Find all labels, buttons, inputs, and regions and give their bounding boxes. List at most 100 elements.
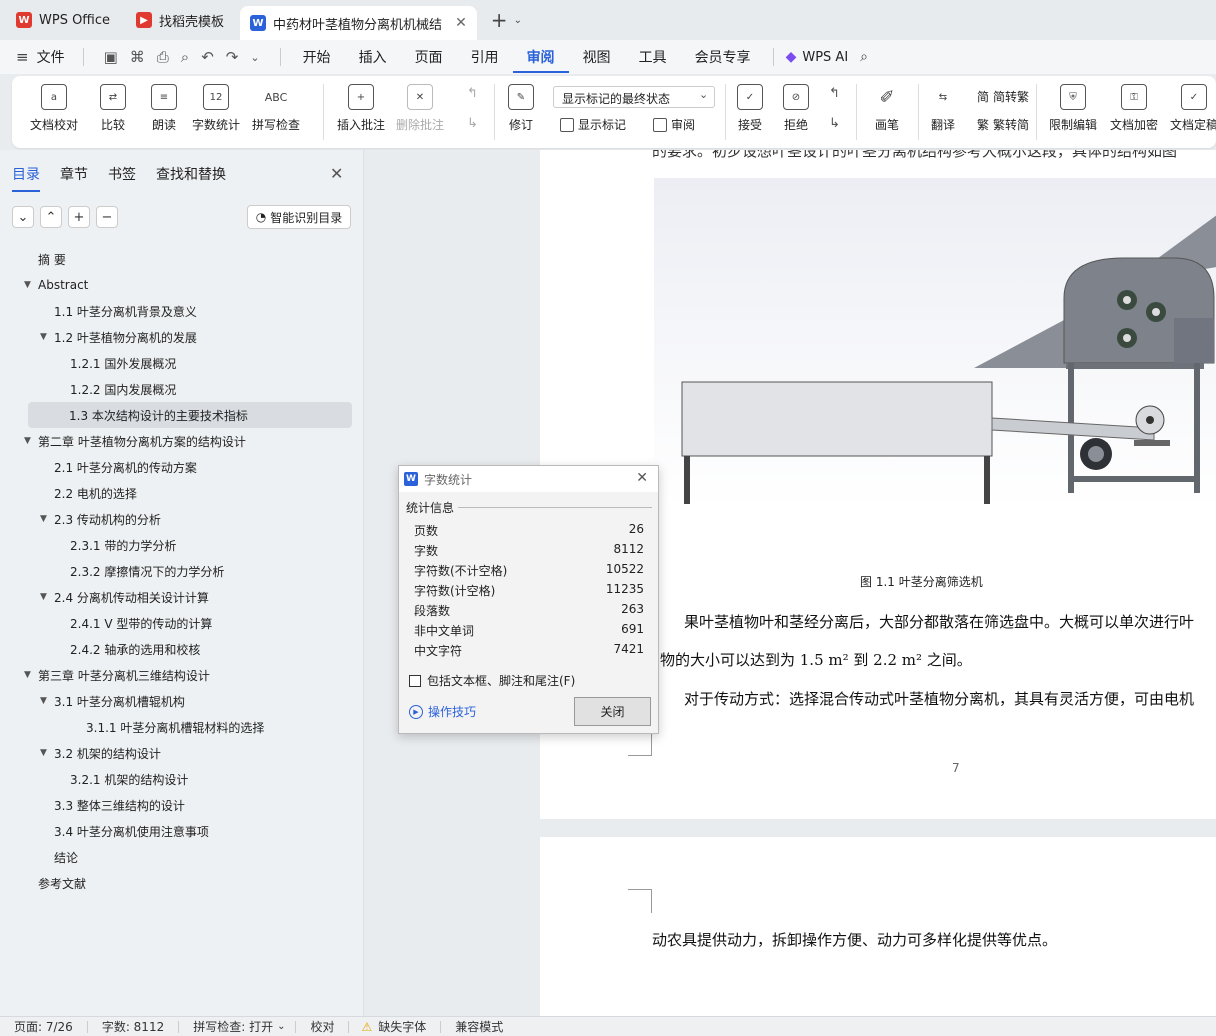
read-aloud-button[interactable]: ≡ 朗读 xyxy=(151,84,177,133)
tab-document[interactable]: W 中药材叶茎植物分离机机械结 ✕ xyxy=(240,6,477,40)
collapse-all-button[interactable]: − xyxy=(96,206,118,228)
toc-item[interactable]: 2.1 叶茎分离机的传动方案 xyxy=(0,454,364,480)
menu-view[interactable]: 视图 xyxy=(569,47,625,67)
toc-item[interactable]: 1.2.2 国内发展概况 xyxy=(0,376,364,402)
undo-icon[interactable]: ↶ xyxy=(201,48,214,66)
review-pane-button[interactable]: 审阅 xyxy=(653,116,695,133)
markup-state-select[interactable]: 显示标记的最终状态 xyxy=(553,86,715,108)
expand-arrow-icon[interactable]: ▼ xyxy=(24,280,38,290)
menu-file[interactable]: 文件 xyxy=(37,47,65,67)
encrypt-button[interactable]: ⚿ 文档加密 xyxy=(1110,84,1158,133)
menu-insert[interactable]: 插入 xyxy=(345,47,401,67)
save-icon[interactable]: ▣ xyxy=(104,48,118,66)
toc-item[interactable]: 2.4.1 V 型带的传动的计算 xyxy=(0,610,364,636)
toc-item[interactable]: ▼ 1.2 叶茎植物分离机的发展 xyxy=(0,324,364,350)
restrict-edit-button[interactable]: ⛨ 限制编辑 xyxy=(1049,84,1097,133)
expand-arrow-icon[interactable]: ▼ xyxy=(40,332,54,342)
menu-wps-ai[interactable]: WPS AI xyxy=(802,50,848,65)
proofread-button[interactable]: a 文档校对 xyxy=(30,84,78,133)
toc-item[interactable]: 2.4.2 轴承的选用和校核 xyxy=(0,636,364,662)
menu-tools[interactable]: 工具 xyxy=(625,47,681,67)
spell-check-indicator[interactable]: 拼写检查: 打开 xyxy=(179,1018,287,1035)
tab-find-replace[interactable]: 查找和替换 xyxy=(156,164,226,192)
tab-toc[interactable]: 目录 xyxy=(12,164,40,192)
hamburger-icon[interactable]: ≡ xyxy=(16,48,29,66)
page-indicator[interactable]: 页面: 7/26 xyxy=(0,1018,87,1035)
accept-button[interactable]: ✓ 接受 xyxy=(737,84,763,133)
menu-member[interactable]: 会员专享 xyxy=(681,47,765,67)
tips-link[interactable]: ▶ 操作技巧 xyxy=(409,703,476,720)
menu-references[interactable]: 引用 xyxy=(457,47,513,67)
expand-arrow-icon[interactable]: ▼ xyxy=(40,748,54,758)
collapse-up-button[interactable]: ⌃ xyxy=(40,206,62,228)
close-tab-icon[interactable]: ✕ xyxy=(455,15,467,31)
toc-item[interactable]: 3.1.1 叶茎分离机槽辊材料的选择 xyxy=(0,714,364,740)
new-tab-button[interactable]: + xyxy=(491,8,508,32)
toc-item[interactable]: 1.1 叶茎分离机背景及意义 xyxy=(0,298,364,324)
toc-item[interactable]: ▼ Abstract xyxy=(0,272,364,298)
next-comment-icon[interactable]: ↳ xyxy=(467,116,478,131)
search-icon[interactable]: ⌕ xyxy=(860,49,868,65)
reject-button[interactable]: ⊘ 拒绝 xyxy=(783,84,809,133)
expand-arrow-icon[interactable]: ▼ xyxy=(24,436,38,446)
expand-arrow-icon[interactable]: ▼ xyxy=(24,670,38,680)
tab-bookmarks[interactable]: 书签 xyxy=(108,164,136,192)
toc-item[interactable]: 参考文献 xyxy=(0,870,364,896)
show-markup-button[interactable]: 显示标记 xyxy=(560,116,626,133)
word-count-indicator[interactable]: 字数: 8112 xyxy=(88,1018,178,1035)
toc-item[interactable]: 2.2 电机的选择 xyxy=(0,480,364,506)
expand-all-button[interactable]: + xyxy=(68,206,90,228)
toc-item[interactable]: 2.3.1 带的力学分析 xyxy=(0,532,364,558)
print-icon[interactable]: ⎙ xyxy=(157,48,169,66)
share-icon[interactable]: ⌘ xyxy=(130,48,145,66)
include-textbox-checkbox[interactable]: 包括文本框、脚注和尾注(F) xyxy=(409,672,575,689)
toc-item[interactable]: 3.4 叶茎分离机使用注意事项 xyxy=(0,818,364,844)
tab-wps-office[interactable]: W WPS Office xyxy=(6,5,120,35)
toc-item[interactable]: ▼ 3.2 机架的结构设计 xyxy=(0,740,364,766)
translate-button[interactable]: ⇆ 翻译 xyxy=(930,84,956,133)
toc-item[interactable]: ▼ 2.4 分离机传动相关设计计算 xyxy=(0,584,364,610)
simp-to-trad-button[interactable]: 简简转繁 xyxy=(977,88,1029,105)
tab-template[interactable]: ▶ 找稻壳模板 xyxy=(126,5,234,35)
redo-icon[interactable]: ↷ xyxy=(226,48,239,66)
close-pane-icon[interactable]: ✕ xyxy=(330,164,343,183)
collapse-down-button[interactable]: ⌄ xyxy=(12,206,34,228)
menu-review[interactable]: 审阅 xyxy=(512,47,569,73)
print-preview-icon[interactable]: ⌕ xyxy=(181,48,189,66)
missing-font-indicator[interactable]: 缺失字体 xyxy=(372,1018,440,1035)
menu-page[interactable]: 页面 xyxy=(401,47,457,67)
finalize-button[interactable]: ✓ 文档定稿 xyxy=(1170,84,1216,133)
toc-item[interactable]: 1.2.1 国外发展概况 xyxy=(0,350,364,376)
close-icon[interactable]: ✕ xyxy=(636,470,648,486)
expand-arrow-icon[interactable]: ▼ xyxy=(40,514,54,524)
expand-arrow-icon[interactable]: ▼ xyxy=(40,696,54,706)
pen-button[interactable]: ✐ 画笔 xyxy=(874,84,900,133)
compare-button[interactable]: ⇄ 比较 xyxy=(100,84,126,133)
next-change-icon[interactable]: ↳ xyxy=(829,116,840,131)
menu-home[interactable]: 开始 xyxy=(289,47,345,67)
more-chevron-icon[interactable]: ⌄ xyxy=(250,51,259,64)
trad-to-simp-button[interactable]: 繁繁转简 xyxy=(977,116,1029,133)
checkbox-icon[interactable] xyxy=(409,674,421,687)
expand-arrow-icon[interactable]: ▼ xyxy=(40,592,54,602)
chevron-down-icon[interactable]: ⌄ xyxy=(277,1021,285,1032)
close-button[interactable]: 关闭 xyxy=(574,697,651,726)
toc-item[interactable]: 结论 xyxy=(0,844,364,870)
toc-item[interactable]: ▼ 第二章 叶茎植物分离机方案的结构设计 xyxy=(0,428,364,454)
proof-indicator[interactable]: 校对 xyxy=(296,1018,348,1035)
toc-item[interactable]: ▼ 3.1 叶茎分离机槽辊机构 xyxy=(0,688,364,714)
toc-item[interactable]: 2.3.2 摩擦情况下的力学分析 xyxy=(0,558,364,584)
smart-toc-button[interactable]: ◔ 智能识别目录 xyxy=(247,205,351,229)
spell-check-button[interactable]: ABC 拼写检查 xyxy=(252,84,300,133)
toc-item[interactable]: ▼ 2.3 传动机构的分析 xyxy=(0,506,364,532)
toc-item[interactable]: 3.2.1 机架的结构设计 xyxy=(0,766,364,792)
track-changes-button[interactable]: ✎ 修订 xyxy=(508,84,534,133)
toc-item[interactable]: 3.3 整体三维结构的设计 xyxy=(0,792,364,818)
tab-chapters[interactable]: 章节 xyxy=(60,164,88,192)
delete-comment-button[interactable]: ✕ 删除批注 xyxy=(396,84,444,133)
toc-item[interactable]: 摘 要 xyxy=(0,246,364,272)
insert-comment-button[interactable]: + 插入批注 xyxy=(337,84,385,133)
toc-item[interactable]: ▼ 第三章 叶茎分离机三维结构设计 xyxy=(0,662,364,688)
toc-item[interactable]: 1.3 本次结构设计的主要技术指标 xyxy=(28,402,352,428)
prev-change-icon[interactable]: ↰ xyxy=(829,86,840,101)
